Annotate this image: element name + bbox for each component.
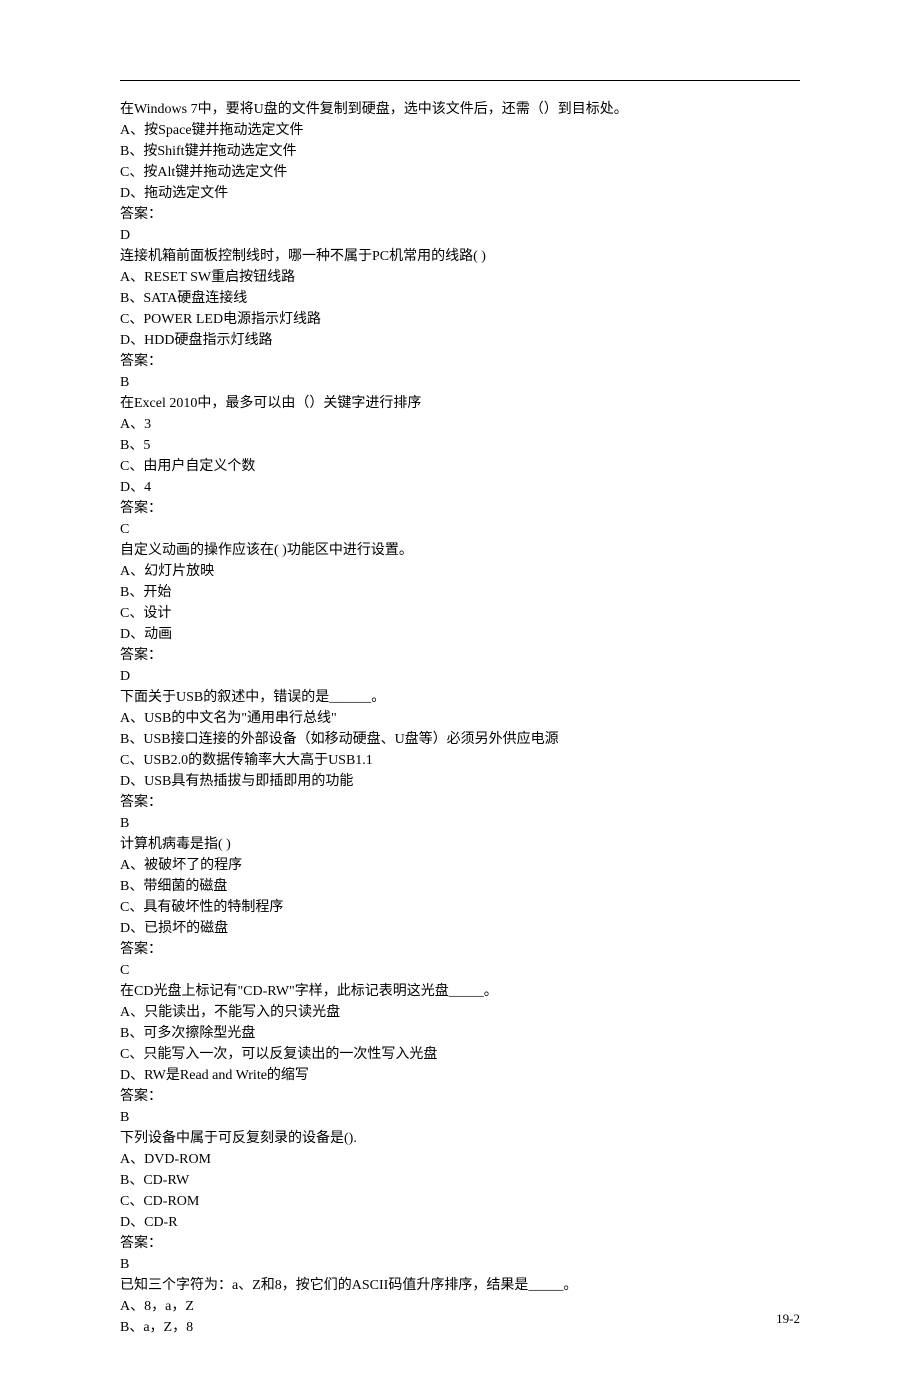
question-stem: 在Windows 7中，要将U盘的文件复制到硬盘，选中该文件后，还需（）到目标处… [120, 99, 800, 120]
question-content: 在Windows 7中，要将U盘的文件复制到硬盘，选中该文件后，还需（）到目标处… [120, 99, 800, 1338]
question-option: A、被破坏了的程序 [120, 855, 800, 876]
question-option: B、可多次擦除型光盘 [120, 1023, 800, 1044]
question-stem: 自定义动画的操作应该在( )功能区中进行设置。 [120, 540, 800, 561]
answer-value: C [120, 960, 800, 981]
question-option: C、CD-ROM [120, 1191, 800, 1212]
question-option: A、3 [120, 414, 800, 435]
question-option: B、带细菌的磁盘 [120, 876, 800, 897]
question-stem: 在CD光盘上标记有"CD-RW"字样，此标记表明这光盘_____。 [120, 981, 800, 1002]
question-option: C、按Alt键并拖动选定文件 [120, 162, 800, 183]
answer-label: 答案： [120, 351, 800, 372]
answer-label: 答案： [120, 1233, 800, 1254]
question-stem: 计算机病毒是指( ) [120, 834, 800, 855]
answer-value: C [120, 519, 800, 540]
question-option: D、RW是Read and Write的缩写 [120, 1065, 800, 1086]
question-stem: 连接机箱前面板控制线时，哪一种不属于PC机常用的线路( ) [120, 246, 800, 267]
question-option: D、HDD硬盘指示灯线路 [120, 330, 800, 351]
question-stem: 下面关于USB的叙述中，错误的是______。 [120, 687, 800, 708]
question-option: C、具有破坏性的特制程序 [120, 897, 800, 918]
header-rule [120, 80, 800, 81]
answer-label: 答案： [120, 498, 800, 519]
page-number: 19-2 [776, 1309, 800, 1329]
answer-value: B [120, 1254, 800, 1275]
question-option: D、USB具有热插拔与即插即用的功能 [120, 771, 800, 792]
question-stem: 在Excel 2010中，最多可以由（）关键字进行排序 [120, 393, 800, 414]
answer-label: 答案： [120, 792, 800, 813]
answer-value: D [120, 666, 800, 687]
question-option: C、POWER LED电源指示灯线路 [120, 309, 800, 330]
question-option: B、开始 [120, 582, 800, 603]
question-option: D、动画 [120, 624, 800, 645]
question-option: A、幻灯片放映 [120, 561, 800, 582]
answer-label: 答案： [120, 204, 800, 225]
question-option: B、SATA硬盘连接线 [120, 288, 800, 309]
answer-label: 答案： [120, 939, 800, 960]
document-page: 在Windows 7中，要将U盘的文件复制到硬盘，选中该文件后，还需（）到目标处… [0, 0, 920, 1378]
question-option: C、设计 [120, 603, 800, 624]
answer-value: B [120, 372, 800, 393]
answer-value: D [120, 225, 800, 246]
question-option: D、拖动选定文件 [120, 183, 800, 204]
question-option: C、只能写入一次，可以反复读出的一次性写入光盘 [120, 1044, 800, 1065]
question-stem: 下列设备中属于可反复刻录的设备是(). [120, 1128, 800, 1149]
question-option: B、USB接口连接的外部设备（如移动硬盘、U盘等）必须另外供应电源 [120, 729, 800, 750]
question-option: D、已损坏的磁盘 [120, 918, 800, 939]
answer-value: B [120, 1107, 800, 1128]
question-option: B、a，Z，8 [120, 1317, 800, 1338]
question-option: A、RESET SW重启按钮线路 [120, 267, 800, 288]
question-option: A、DVD-ROM [120, 1149, 800, 1170]
answer-label: 答案： [120, 645, 800, 666]
question-option: C、USB2.0的数据传输率大大高于USB1.1 [120, 750, 800, 771]
question-option: A、8，a，Z [120, 1296, 800, 1317]
question-option: D、4 [120, 477, 800, 498]
question-option: D、CD-R [120, 1212, 800, 1233]
question-option: C、由用户自定义个数 [120, 456, 800, 477]
question-option: A、按Space键并拖动选定文件 [120, 120, 800, 141]
question-stem: 已知三个字符为：a、Z和8，按它们的ASCII码值升序排序，结果是_____。 [120, 1275, 800, 1296]
question-option: B、CD-RW [120, 1170, 800, 1191]
question-option: A、只能读出，不能写入的只读光盘 [120, 1002, 800, 1023]
question-option: B、按Shift键并拖动选定文件 [120, 141, 800, 162]
question-option: B、5 [120, 435, 800, 456]
answer-label: 答案： [120, 1086, 800, 1107]
answer-value: B [120, 813, 800, 834]
question-option: A、USB的中文名为"通用串行总线" [120, 708, 800, 729]
